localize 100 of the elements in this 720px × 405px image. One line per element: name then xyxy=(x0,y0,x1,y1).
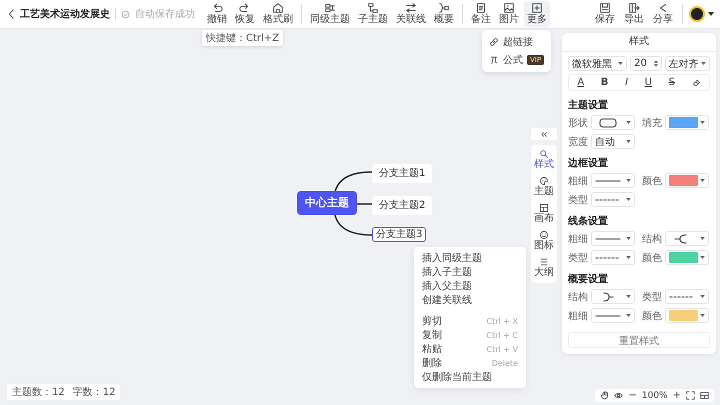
menu-item[interactable]: 剪切 Ctrl + X xyxy=(414,314,526,328)
toolbar-button[interactable]: 恢复 xyxy=(232,1,258,27)
menu-item[interactable]: 插入同级主题 xyxy=(414,251,526,265)
toolbar-button[interactable]: 格式刷 xyxy=(260,1,296,27)
caret-icon[interactable] xyxy=(708,12,714,16)
toolbar-button[interactable]: 备注 xyxy=(468,1,494,27)
plus-box-icon xyxy=(531,2,543,14)
style-select[interactable] xyxy=(665,231,709,246)
back-icon[interactable] xyxy=(8,9,15,19)
style-select[interactable] xyxy=(591,289,635,304)
format-button[interactable]: A xyxy=(573,77,588,88)
font-select[interactable]: 微软雅黑 xyxy=(568,56,628,71)
toolbar-button[interactable]: 撤销 xyxy=(204,1,230,27)
side-tab[interactable]: 图标 xyxy=(531,229,557,253)
export-icon xyxy=(628,2,640,14)
menu-item[interactable]: 插入子主题 xyxy=(414,265,526,279)
style-select[interactable] xyxy=(665,289,709,304)
section-title: 主题设置 xyxy=(568,98,609,112)
style-select[interactable] xyxy=(591,250,635,265)
menu-label: 删除 xyxy=(422,357,442,370)
panel-title: 样式 xyxy=(562,33,716,52)
menu-item[interactable]: 删除 Delete xyxy=(414,356,526,370)
side-tab[interactable]: 大纲 xyxy=(531,256,557,280)
menu-label: 创建关联线 xyxy=(422,294,472,307)
avatar[interactable] xyxy=(689,6,705,22)
caret-icon xyxy=(700,237,705,240)
field-label: 结构 xyxy=(642,232,662,246)
menu-item[interactable]: 插入父主题 xyxy=(414,279,526,293)
caret-icon xyxy=(626,314,631,317)
toolbar-button[interactable]: 子主题 xyxy=(355,1,391,27)
save-icon xyxy=(599,2,611,14)
field-label: 宽度 xyxy=(568,136,588,148)
color-picker[interactable] xyxy=(665,115,709,130)
font-size-field[interactable]: 20 xyxy=(630,56,662,71)
collapse-icon xyxy=(540,130,548,138)
format-button[interactable]: U xyxy=(640,77,656,88)
central-topic[interactable]: 中心主题 xyxy=(297,191,357,215)
menu-item[interactable]: 复制 Ctrl + C xyxy=(414,328,526,342)
menu-item[interactable]: 粘贴 Ctrl + V xyxy=(414,342,526,356)
zoom-out-button[interactable]: − xyxy=(628,390,637,401)
style-select[interactable] xyxy=(591,308,635,323)
toolbar-button[interactable]: 导出 xyxy=(621,1,647,27)
caret-icon xyxy=(701,62,706,65)
field-label: 类型 xyxy=(642,290,662,304)
side-tab[interactable]: 主题 xyxy=(531,175,557,199)
menu-label: 插入子主题 xyxy=(422,266,472,279)
format-button[interactable]: S xyxy=(664,77,679,88)
color-picker[interactable] xyxy=(665,250,709,265)
format-button[interactable]: I xyxy=(621,77,632,88)
toolbar-button[interactable]: 更多 xyxy=(524,1,550,27)
caret-icon xyxy=(626,198,631,201)
topic-count: 主题数：12 xyxy=(12,386,65,399)
minimap-icon[interactable] xyxy=(700,391,709,400)
topic-node[interactable]: 分支主题2 xyxy=(372,196,432,215)
style-select[interactable] xyxy=(591,192,635,207)
style-select[interactable] xyxy=(591,231,635,246)
toolbar-button[interactable]: 图片 xyxy=(496,1,522,27)
branch-line xyxy=(334,214,373,236)
section-title: 边框设置 xyxy=(568,156,609,170)
toolbar-button[interactable]: 分享 xyxy=(650,1,676,27)
style-select[interactable] xyxy=(591,173,635,188)
field-label: 结构 xyxy=(568,290,588,304)
zoom-in-button[interactable]: + xyxy=(672,390,681,401)
toolbar-button[interactable]: 保存 xyxy=(592,1,618,27)
field-label: 形状 xyxy=(568,116,588,130)
spinner-icon xyxy=(654,60,658,67)
magnifier-icon xyxy=(539,149,549,159)
toolbar-button[interactable]: 概要 xyxy=(431,1,457,27)
field-label: 颜色 xyxy=(642,310,662,322)
field-label: 颜色 xyxy=(642,252,662,264)
topic-node[interactable]: 分支主题3 xyxy=(372,227,426,242)
topic-node[interactable]: 分支主题1 xyxy=(372,164,432,183)
color-picker[interactable] xyxy=(665,308,709,323)
field-label: 类型 xyxy=(568,194,588,206)
undo-icon xyxy=(211,2,223,14)
reset-style-button[interactable]: 重置样式 xyxy=(568,332,710,348)
menu-item[interactable]: 创建关联线 xyxy=(414,293,526,307)
style-select[interactable] xyxy=(591,115,635,130)
menu-item[interactable]: 仅删除当前主题 xyxy=(414,370,526,384)
width-select[interactable]: 自动 xyxy=(591,134,635,149)
menu-label: 仅删除当前主题 xyxy=(422,370,492,384)
hand-icon[interactable] xyxy=(600,391,610,400)
sibling-topic-icon xyxy=(324,2,336,14)
bracket-icon xyxy=(438,2,450,14)
side-tab[interactable]: 画布 xyxy=(531,202,557,226)
redo-icon xyxy=(239,2,251,14)
fit-screen-icon[interactable] xyxy=(686,391,695,400)
toolbar-button[interactable]: 关联线 xyxy=(393,1,429,27)
side-tab[interactable]: 样式 xyxy=(531,148,557,172)
menu-label: 复制 xyxy=(422,328,442,342)
collapse-button[interactable] xyxy=(531,128,557,140)
toolbar-button[interactable]: 同级主题 xyxy=(307,1,353,27)
caret-icon xyxy=(700,179,705,182)
color-picker[interactable] xyxy=(665,173,709,188)
caret-icon xyxy=(700,256,705,259)
eye-icon[interactable] xyxy=(614,391,624,400)
field-label: 颜色 xyxy=(642,174,662,188)
align-select[interactable]: 左对齐 xyxy=(664,56,710,71)
menu-item[interactable]: 超链接 xyxy=(486,33,548,51)
format-button[interactable]: B xyxy=(596,77,612,88)
